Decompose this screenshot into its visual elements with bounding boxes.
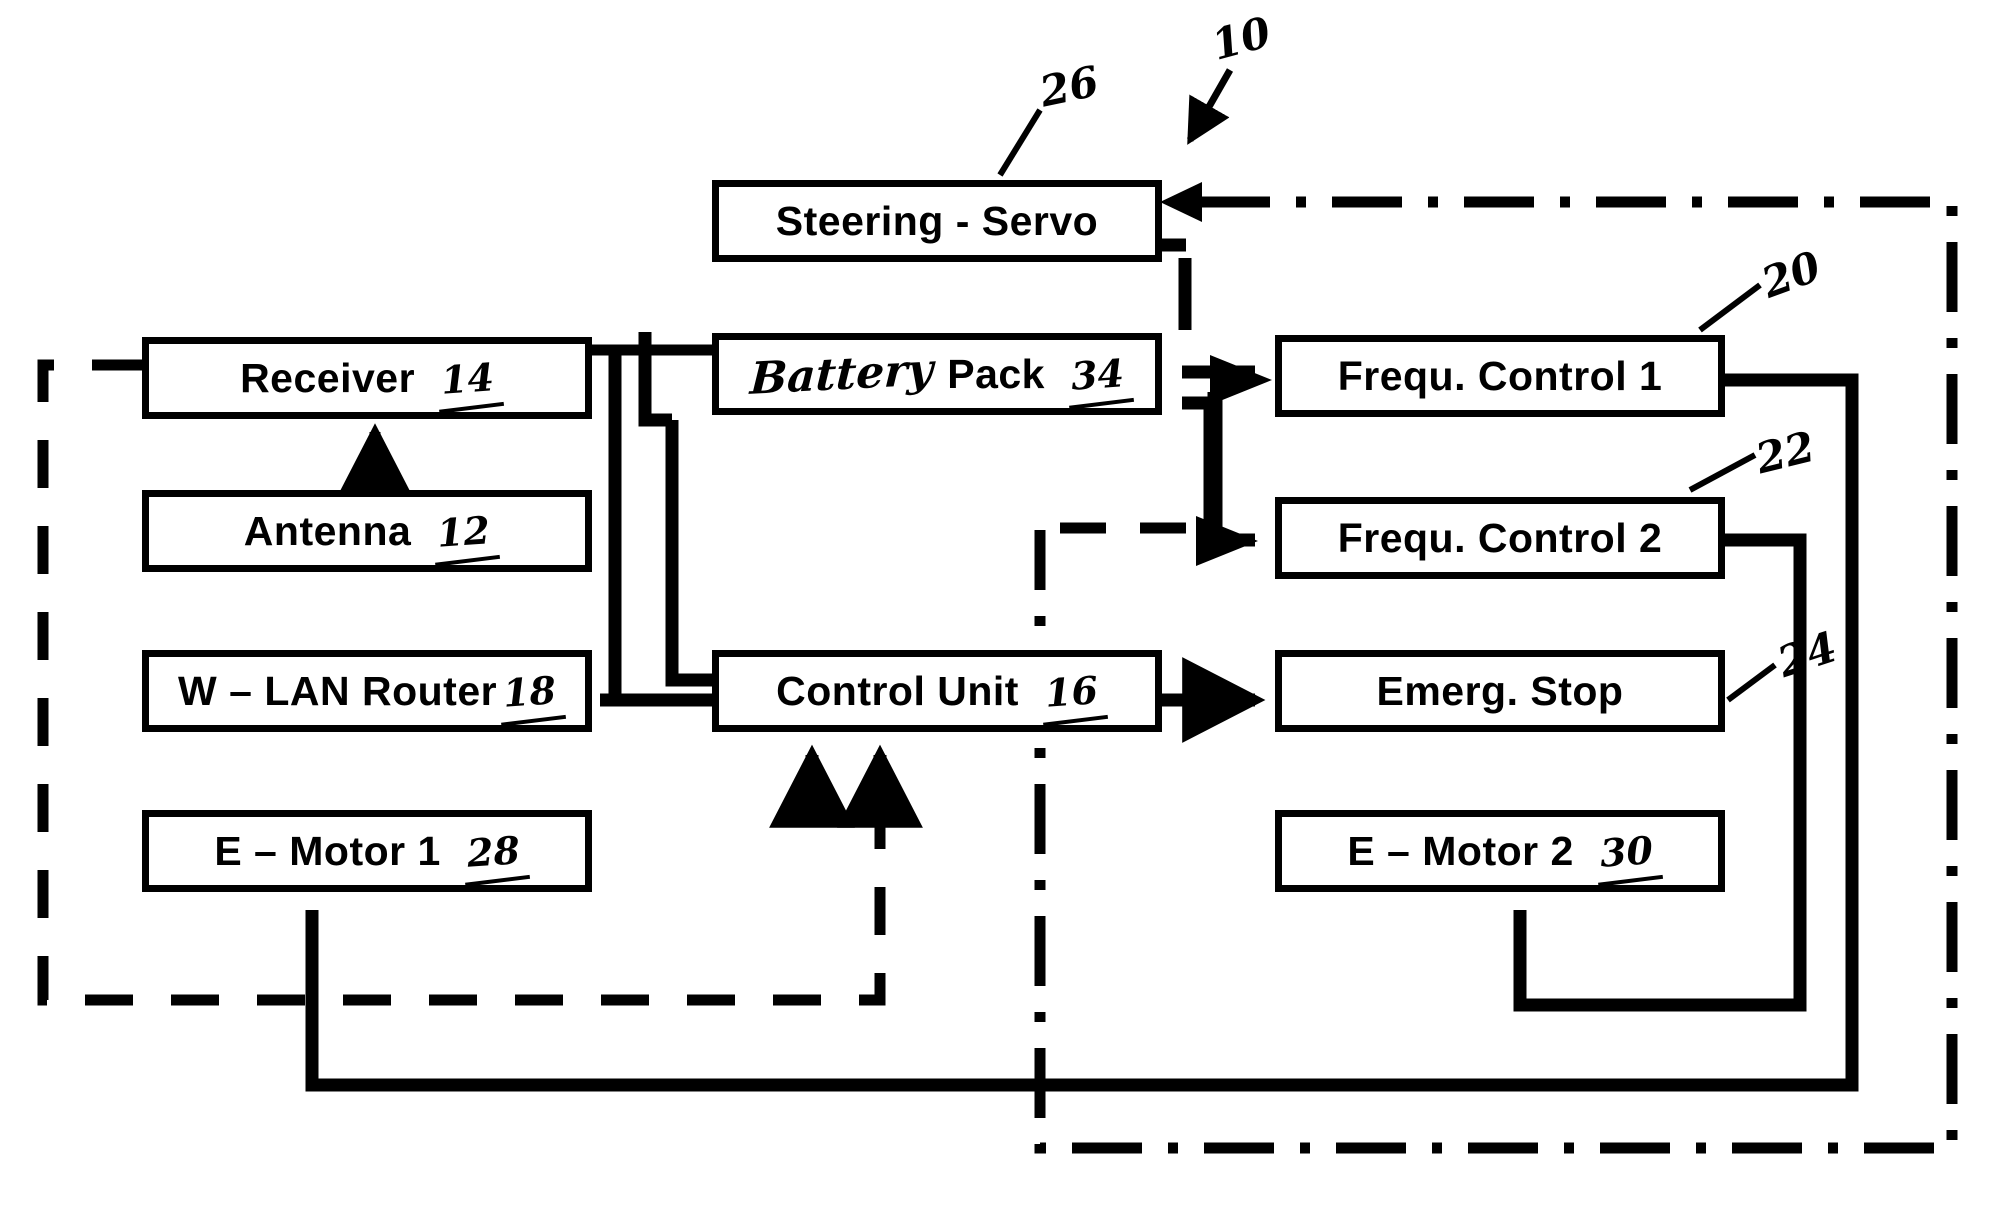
block-label-frequ-control-1: Frequ. Control 1 xyxy=(1337,352,1663,399)
block-label-e-motor-1: E – Motor 1 xyxy=(214,827,441,874)
leader-22 xyxy=(1688,452,1757,493)
block-ref-battery-pack: 34 xyxy=(1069,349,1126,399)
block-e-motor-2[interactable]: E – Motor 2 30 xyxy=(1275,810,1725,892)
block-steering-servo[interactable]: Steering - Servo xyxy=(712,180,1162,262)
leader-20 xyxy=(1698,282,1762,333)
block-e-motor-1[interactable]: E – Motor 1 28 xyxy=(142,810,592,892)
arrowhead-to-steering-servo xyxy=(1160,182,1202,222)
block-receiver[interactable]: Receiver 14 xyxy=(142,337,592,419)
wire-battery-down-left-b xyxy=(665,420,715,687)
block-ref-e-motor-2: 30 xyxy=(1598,826,1655,876)
leader-26 xyxy=(997,108,1043,177)
block-ref-control-unit: 16 xyxy=(1043,666,1100,716)
block-label-wlan-router: W – LAN Router xyxy=(178,667,498,714)
block-label-receiver: Receiver xyxy=(240,354,416,401)
block-ref-wlan-router: 18 xyxy=(501,666,558,716)
block-frequ-control-1[interactable]: Frequ. Control 1 xyxy=(1275,335,1725,417)
block-label-steering-servo: Steering - Servo xyxy=(775,197,1099,244)
block-antenna[interactable]: Antenna 12 xyxy=(142,490,592,572)
wire-battery-down-left-c xyxy=(608,355,715,707)
block-frequ-control-2[interactable]: Frequ. Control 2 xyxy=(1275,497,1725,579)
leader-24 xyxy=(1726,662,1777,703)
block-ref-antenna: 12 xyxy=(435,506,492,556)
figure-canvas: Steering - Servo Receiver 14 Battery Pac… xyxy=(0,0,2015,1227)
block-label-battery-script: Battery xyxy=(748,343,935,405)
block-label-control-unit: Control Unit xyxy=(776,667,1019,714)
block-ref-e-motor-1: 28 xyxy=(465,826,522,876)
block-wlan-router[interactable]: W – LAN Router 18 xyxy=(142,650,592,732)
block-label-emerg-stop: Emerg. Stop xyxy=(1376,667,1624,714)
wire-frequ2-to-motor2 xyxy=(1513,533,1807,1012)
block-emerg-stop[interactable]: Emerg. Stop xyxy=(1275,650,1725,732)
leader-10-shaft xyxy=(1186,68,1234,145)
block-control-unit[interactable]: Control Unit 16 xyxy=(712,650,1162,732)
wire-frequ1-to-motor1 xyxy=(305,373,1859,1092)
block-label-frequ-control-2: Frequ. Control 2 xyxy=(1337,514,1663,561)
block-label-e-motor-2: E – Motor 2 xyxy=(1347,827,1574,874)
block-label-antenna: Antenna xyxy=(243,507,412,554)
block-ref-receiver: 14 xyxy=(439,353,496,403)
arrowhead-frequ2 xyxy=(1196,516,1258,566)
block-label-battery-pack: Pack xyxy=(947,350,1045,397)
block-battery-pack[interactable]: Battery Pack 34 xyxy=(712,333,1162,415)
